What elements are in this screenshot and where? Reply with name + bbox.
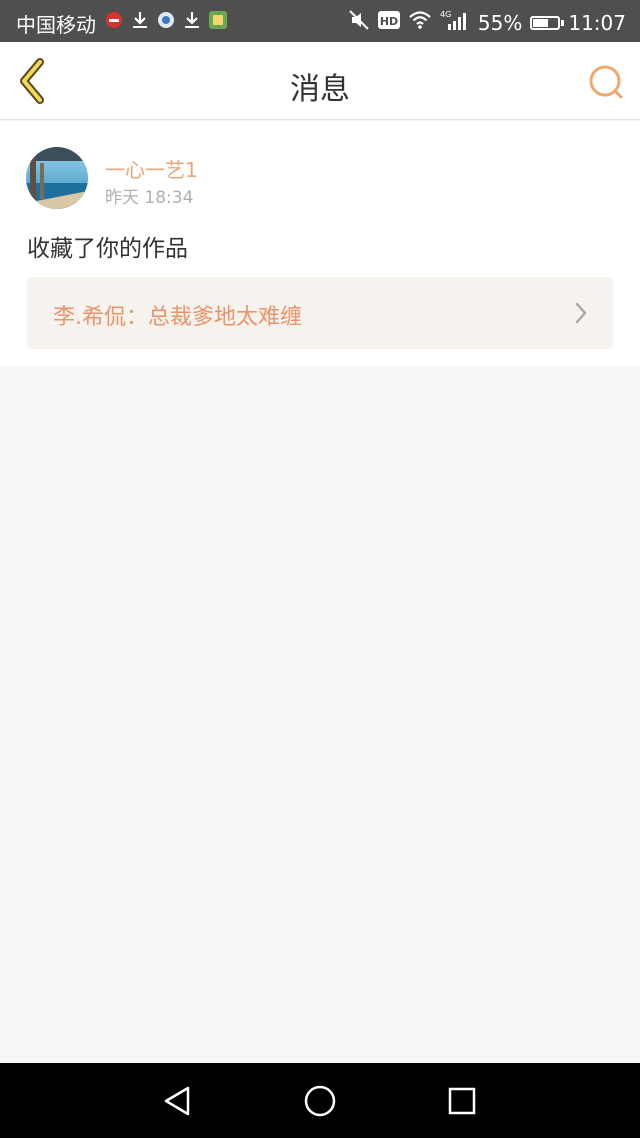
- work-title: 李.希侃：总裁爹地太难缠: [53, 305, 302, 330]
- battery-icon: [530, 15, 565, 30]
- search-icon: [589, 65, 623, 99]
- page-title: 消息: [290, 72, 350, 107]
- signal-icon: 4G: [440, 9, 470, 36]
- work-link-card[interactable]: 李.希侃：总裁爹地太难缠: [27, 277, 613, 349]
- system-navigation-bar: [0, 1063, 640, 1138]
- username-link[interactable]: 一心一艺1: [105, 154, 198, 183]
- home-circle-icon: [304, 1085, 336, 1117]
- battery-fill: [533, 18, 548, 27]
- carrier-name: 中国移动: [16, 13, 96, 37]
- back-triangle-icon: [164, 1086, 190, 1116]
- search-button[interactable]: [586, 62, 626, 102]
- recents-square-icon: [448, 1087, 476, 1115]
- clock: 11:07: [568, 10, 626, 35]
- mute-icon: [348, 9, 370, 36]
- browser-icon: [156, 10, 176, 30]
- nav-home-button[interactable]: [300, 1081, 340, 1121]
- notification-icons: [104, 10, 228, 30]
- nav-recents-button[interactable]: [442, 1081, 482, 1121]
- status-right-group: HD 4G 55% 11:07: [348, 9, 626, 36]
- message-item[interactable]: 一心一艺1 昨天 18:34 收藏了你的作品 李.希侃：总裁爹地太难缠: [0, 121, 640, 366]
- battery-percent: 55%: [477, 10, 523, 35]
- screen: 中国移动 HD 4G 55% 11:07 消息 一心一艺1 昨天 18:34 收…: [0, 0, 640, 1138]
- hd-label: HD: [380, 15, 398, 28]
- download-icon: [182, 10, 202, 30]
- avatar-image: [26, 147, 88, 209]
- chevron-right-icon: [573, 301, 589, 325]
- avatar[interactable]: [26, 147, 88, 209]
- status-bar: 中国移动 HD 4G 55% 11:07: [0, 0, 640, 42]
- network-label: 4G: [440, 10, 451, 19]
- hd-icon: HD: [377, 10, 400, 35]
- message-time: 昨天 18:34: [105, 188, 194, 208]
- top-app-bar: 消息: [0, 42, 640, 120]
- message-text: 收藏了你的作品: [27, 236, 188, 262]
- app-green-icon: [208, 10, 228, 30]
- notification-red-icon: [104, 10, 124, 30]
- nav-back-button[interactable]: [158, 1081, 198, 1121]
- download-icon: [130, 10, 150, 30]
- wifi-icon: [408, 10, 432, 35]
